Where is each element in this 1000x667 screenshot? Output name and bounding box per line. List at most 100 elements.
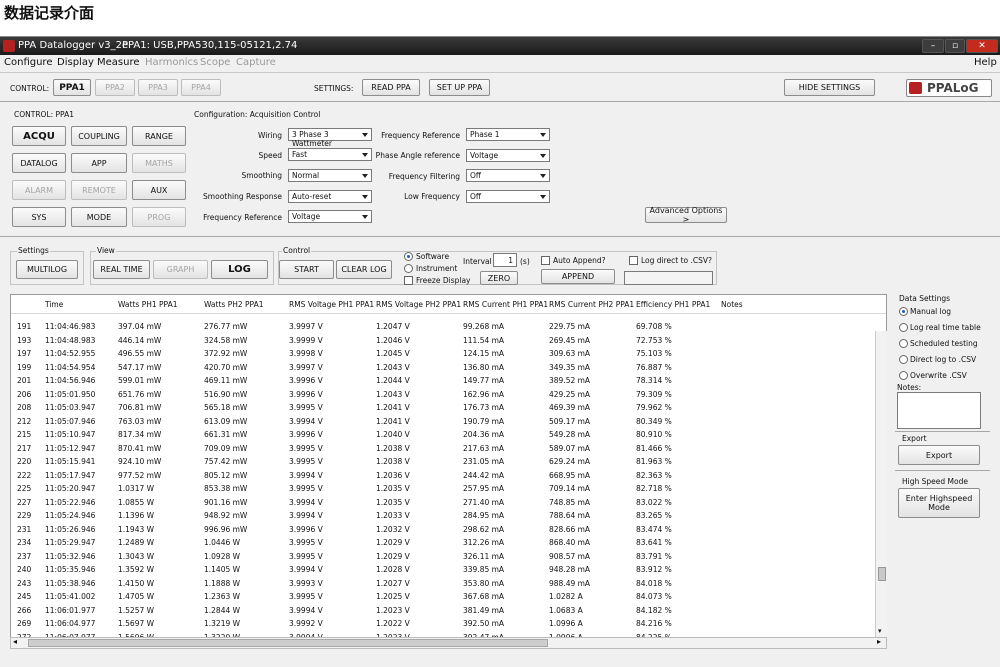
table-row[interactable]: 199 11:04:54.954 547.17 mW 420.70 mW 3.9997 … <box>11 363 886 377</box>
phase-angle-select[interactable]: Voltage <box>466 149 550 162</box>
graph-button[interactable]: GRAPH <box>153 260 208 279</box>
column-header-rms-voltage-ph1[interactable]: RMS Voltage PH1 PPA1 <box>289 300 374 309</box>
table-row[interactable]: 240 11:05:35.946 1.3592 W 1.1405 W 3.9994 V 1… <box>11 565 886 579</box>
column-header-notes[interactable]: Notes <box>721 300 743 309</box>
menu-scope[interactable]: Scope <box>200 57 230 68</box>
table-row[interactable]: 266 11:06:01.977 1.5257 W 1.2844 W 3.9994 V 1… <box>11 606 886 620</box>
sys-button[interactable]: SYS <box>12 207 66 227</box>
log-button[interactable]: LOG <box>211 260 268 279</box>
scroll-right-arrow-icon[interactable]: ▸ <box>877 637 881 646</box>
scroll-down-arrow-icon[interactable]: ▾ <box>878 627 882 635</box>
table-row[interactable]: 208 11:05:03.947 706.81 mW 565.18 mW 3.9995 … <box>11 403 886 417</box>
tab-ppa3[interactable]: PPA3 <box>138 79 178 96</box>
auto-append-checkbox[interactable] <box>541 256 550 265</box>
multilog-button[interactable]: MULTILOG <box>16 260 78 279</box>
table-row[interactable]: 212 11:05:07.946 763.03 mW 613.09 mW 3.9994 … <box>11 417 886 431</box>
table-row[interactable]: 206 11:05:01.950 651.76 mW 516.90 mW 3.9996 … <box>11 390 886 404</box>
maximize-button[interactable]: ▫ <box>945 39 965 53</box>
software-radio[interactable] <box>404 252 413 261</box>
smoothing-select[interactable]: Normal <box>288 169 372 182</box>
menu-measure[interactable]: Measure <box>97 57 140 68</box>
menu-harmonics[interactable]: Harmonics <box>145 57 198 68</box>
acqu-button[interactable]: ACQU <box>12 126 66 146</box>
overwrite-csv-radio[interactable] <box>899 371 908 380</box>
table-row[interactable]: 193 11:04:48.983 446.14 mW 324.58 mW 3.9999 … <box>11 336 886 350</box>
frequency-filtering-select[interactable]: Off <box>466 169 550 182</box>
real-time-button[interactable]: REAL TIME <box>93 260 150 279</box>
table-row[interactable]: 237 11:05:32.946 1.3043 W 1.0928 W 3.9995 V 1… <box>11 552 886 566</box>
alarm-button[interactable]: ALARM <box>12 180 66 200</box>
log-real-time-table-radio[interactable] <box>899 323 908 332</box>
datalog-button[interactable]: DATALOG <box>12 153 66 173</box>
advanced-options-button[interactable]: Advanced Options > <box>645 206 727 224</box>
maths-button[interactable]: MATHS <box>132 153 186 173</box>
start-button[interactable]: START <box>279 260 334 279</box>
table-row[interactable]: 215 11:05:10.947 817.34 mW 661.31 mW 3.9996 … <box>11 430 886 444</box>
aux-button[interactable]: AUX <box>132 180 186 200</box>
export-button[interactable]: Export <box>898 445 980 465</box>
table-row[interactable]: 222 11:05:17.947 977.52 mW 805.12 mW 3.9994 … <box>11 471 886 485</box>
csv-path-field[interactable] <box>624 271 713 285</box>
column-header-watts-ph2[interactable]: Watts PH2 PPA1 <box>204 300 264 309</box>
menu-help[interactable]: Help <box>974 57 997 68</box>
column-header-rms-current-ph2[interactable]: RMS Current PH2 PPA1 <box>549 300 634 309</box>
column-header-time[interactable]: Time <box>45 300 63 309</box>
scroll-left-arrow-icon[interactable]: ◂ <box>13 637 17 646</box>
manual-log-radio[interactable] <box>899 307 908 316</box>
range-button[interactable]: RANGE <box>132 126 186 146</box>
close-button[interactable]: ✕ <box>966 39 998 53</box>
table-row[interactable]: 243 11:05:38.946 1.4150 W 1.1888 W 3.9993 V 1… <box>11 579 886 593</box>
direct-log-csv-radio[interactable] <box>899 355 908 364</box>
table-row[interactable]: 220 11:05:15.941 924.10 mW 757.42 mW 3.9995 … <box>11 457 886 471</box>
frequency-reference-select[interactable]: Voltage <box>288 210 372 223</box>
instrument-radio[interactable] <box>404 264 413 273</box>
speed-select[interactable]: Fast <box>288 148 372 161</box>
table-row[interactable]: 229 11:05:24.946 1.1396 W 948.92 mW 3.9994 V… <box>11 511 886 525</box>
column-header-rms-current-ph1[interactable]: RMS Current PH1 PPA1 <box>463 300 548 309</box>
interval-input[interactable]: 1 <box>493 253 517 267</box>
low-frequency-select[interactable]: Off <box>466 190 550 203</box>
hide-settings-button[interactable]: HIDE SETTINGS <box>784 79 875 96</box>
table-horizontal-scrollbar[interactable]: ◂ ▸ <box>10 637 887 649</box>
zero-button[interactable]: ZERO <box>480 271 518 285</box>
tab-ppa2[interactable]: PPA2 <box>95 79 135 96</box>
column-header-efficiency-ph1[interactable]: Efficiency PH1 PPA1 <box>636 300 710 309</box>
table-vertical-scrollbar[interactable]: ▾ <box>875 331 887 637</box>
app-button[interactable]: APP <box>71 153 127 173</box>
minimize-button[interactable]: – <box>922 39 944 53</box>
horizontal-scroll-thumb[interactable] <box>28 639 548 647</box>
read-ppa-button[interactable]: READ PPA <box>362 79 420 96</box>
scroll-thumb[interactable] <box>878 567 886 581</box>
tab-ppa4[interactable]: PPA4 <box>181 79 221 96</box>
smoothing-response-select[interactable]: Auto-reset <box>288 190 372 203</box>
table-row[interactable]: 217 11:05:12.947 870.41 mW 709.09 mW 3.9995 … <box>11 444 886 458</box>
table-row[interactable]: 234 11:05:29.947 1.2489 W 1.0446 W 3.9995 V 1… <box>11 538 886 552</box>
table-row[interactable]: 225 11:05:20.947 1.0317 W 853.38 mW 3.9995 V… <box>11 484 886 498</box>
table-row[interactable]: 245 11:05:41.002 1.4705 W 1.2363 W 3.9995 V 1… <box>11 592 886 606</box>
table-row[interactable]: 201 11:04:56.946 599.01 mW 469.11 mW 3.9996 … <box>11 376 886 390</box>
scheduled-testing-radio[interactable] <box>899 339 908 348</box>
wiring-select[interactable]: 3 Phase 3 Wattmeter <box>288 128 372 148</box>
mode-button[interactable]: MODE <box>71 207 127 227</box>
append-button[interactable]: APPEND <box>541 269 615 284</box>
freeze-display-checkbox[interactable] <box>404 276 413 285</box>
prog-button[interactable]: PROG <box>132 207 186 227</box>
remote-button[interactable]: REMOTE <box>71 180 127 200</box>
enter-highspeed-button[interactable]: Enter Highspeed Mode <box>898 488 980 518</box>
table-row[interactable]: 269 11:06:04.977 1.5697 W 1.3219 W 3.9992 V 1… <box>11 619 886 633</box>
menu-display[interactable]: Display <box>57 57 94 68</box>
table-row[interactable]: 197 11:04:52.955 496.55 mW 372.92 mW 3.9998 … <box>11 349 886 363</box>
column-header-rms-voltage-ph2[interactable]: RMS Voltage PH2 PPA1 <box>376 300 461 309</box>
table-row[interactable]: 191 11:04:46.983 397.04 mW 276.77 mW 3.9997 … <box>11 322 886 336</box>
frequency-reference-select-2[interactable]: Phase 1 <box>466 128 550 141</box>
column-header-watts-ph1[interactable]: Watts PH1 PPA1 <box>118 300 178 309</box>
notes-textarea[interactable] <box>897 392 981 429</box>
table-row[interactable]: 227 11:05:22.946 1.0855 W 901.16 mW 3.9994 V… <box>11 498 886 512</box>
tab-ppa1[interactable]: PPA1 <box>53 79 91 96</box>
log-csv-checkbox[interactable] <box>629 256 638 265</box>
clear-log-button[interactable]: CLEAR LOG <box>336 260 392 279</box>
table-row[interactable]: 231 11:05:26.946 1.1943 W 996.96 mW 3.9996 V… <box>11 525 886 539</box>
menu-capture[interactable]: Capture <box>236 57 276 68</box>
set-up-ppa-button[interactable]: SET UP PPA <box>429 79 490 96</box>
menu-configure[interactable]: Configure <box>4 57 52 68</box>
